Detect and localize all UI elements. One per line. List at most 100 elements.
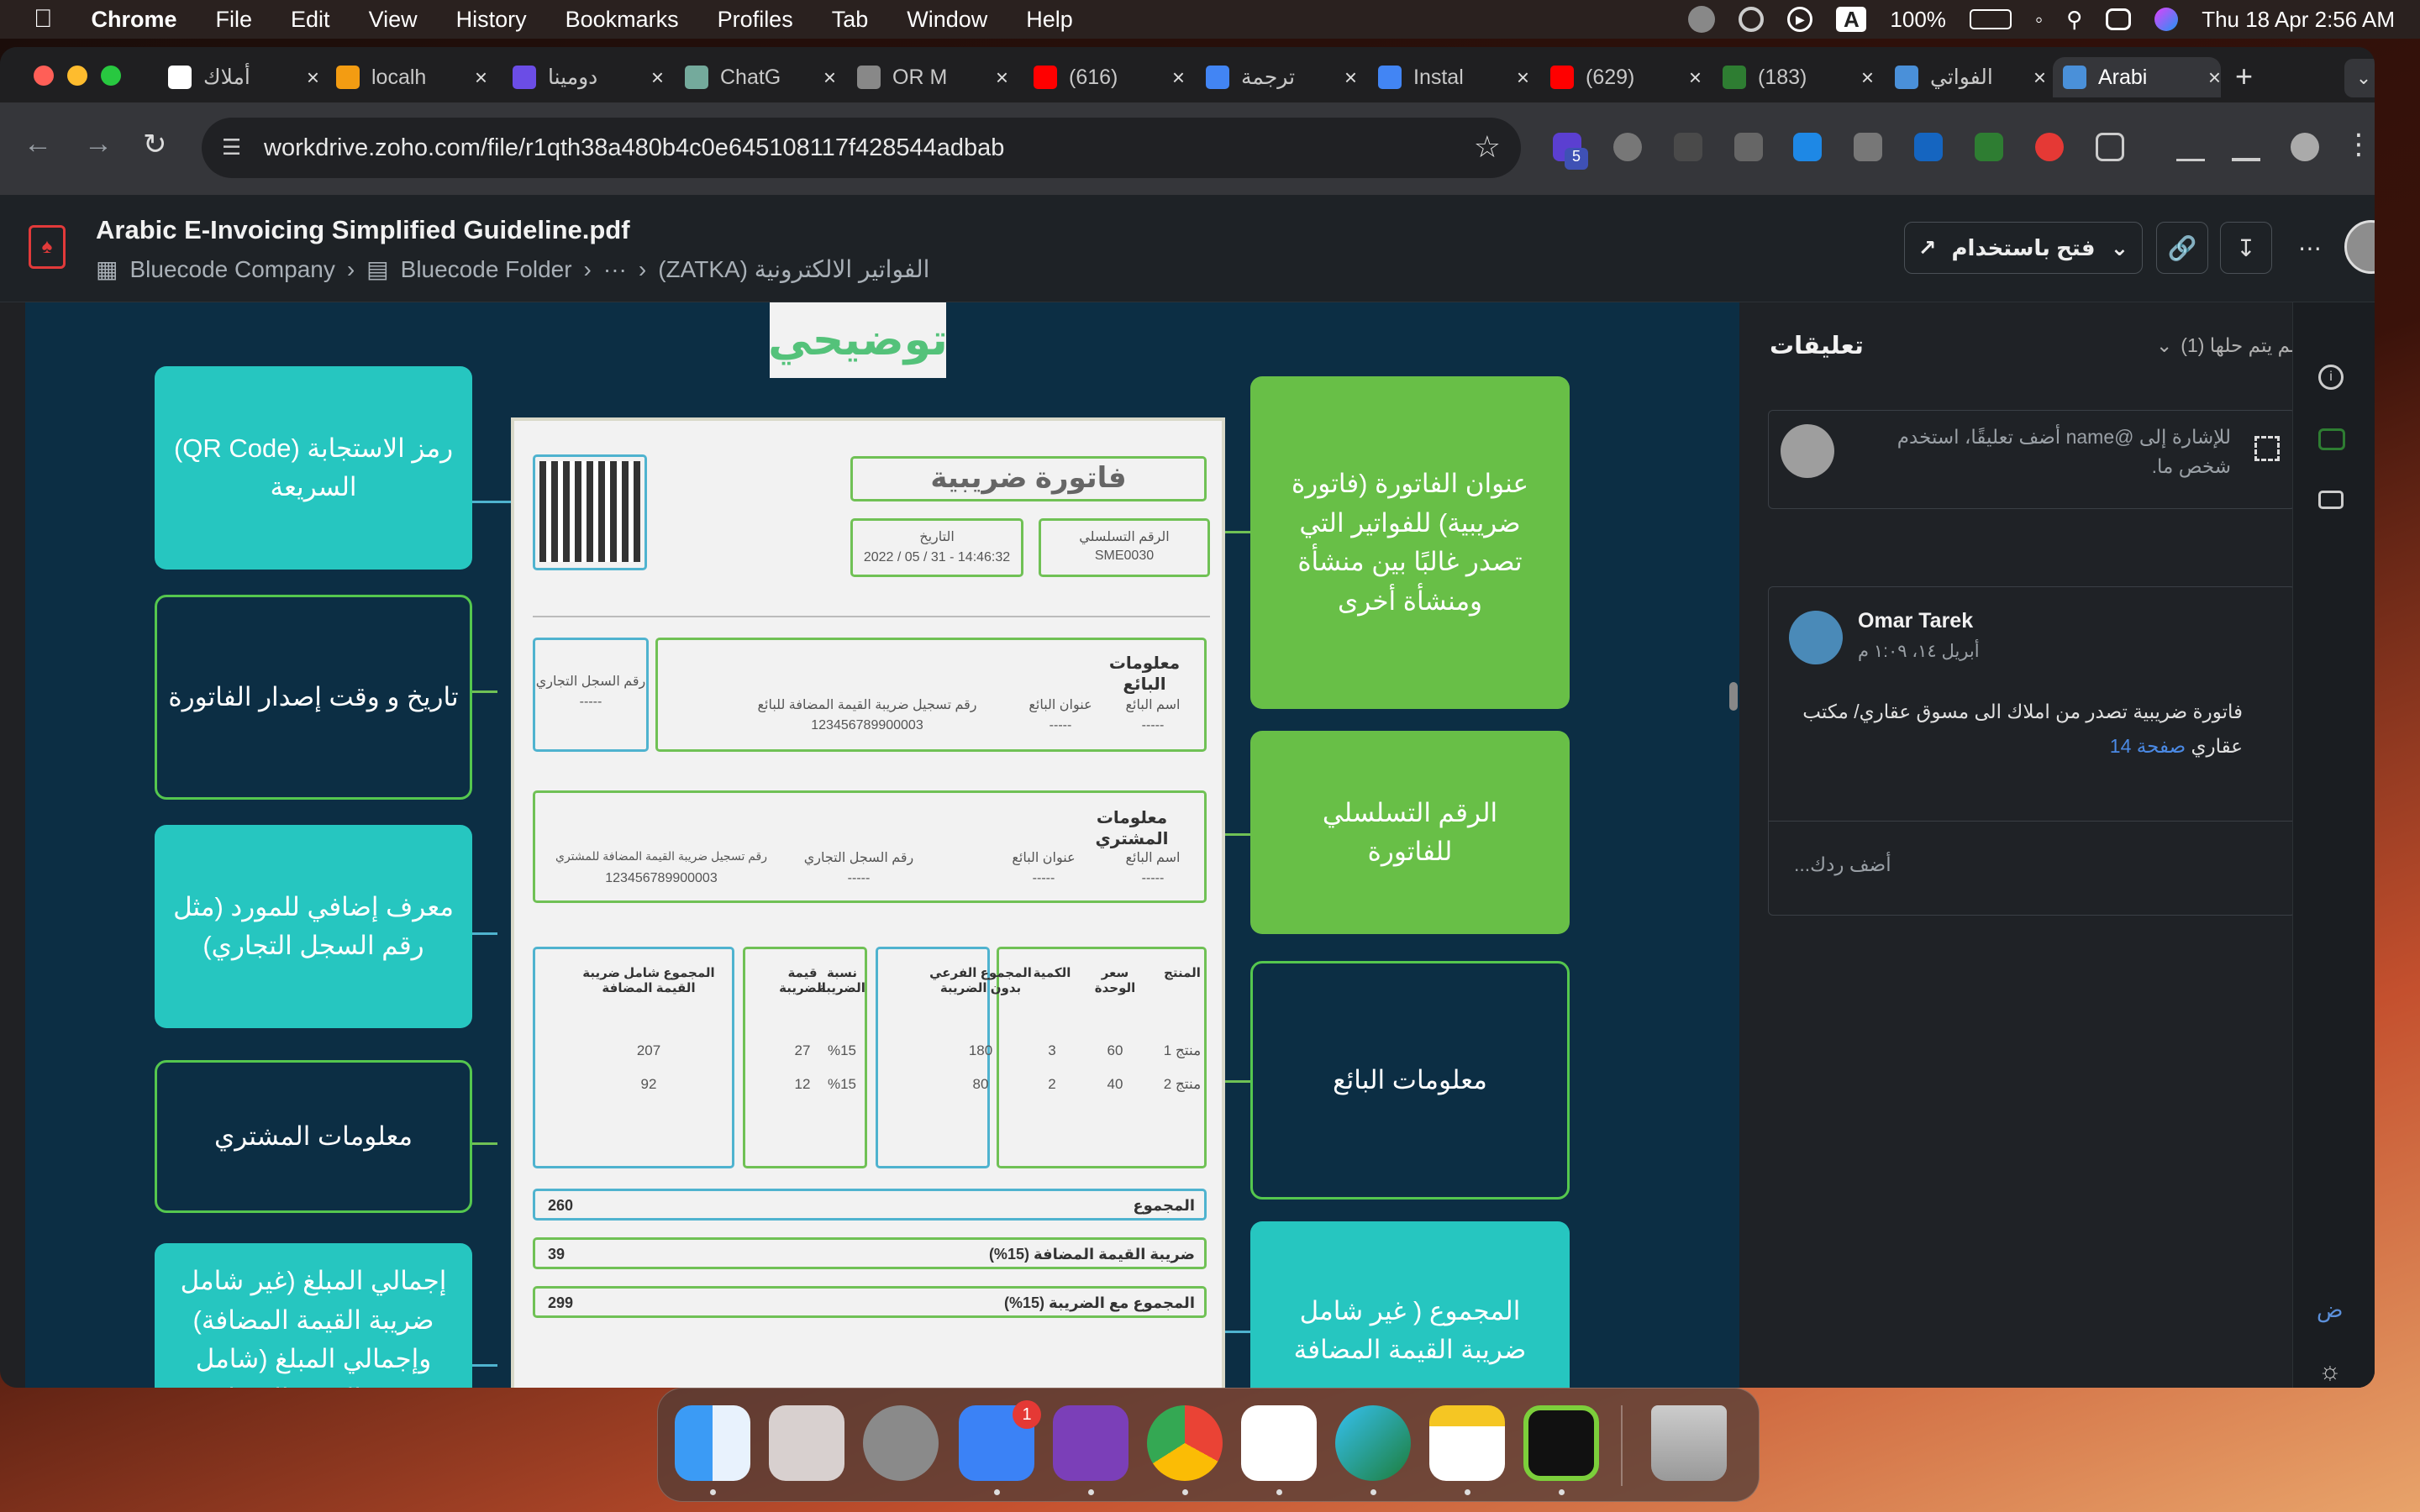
tab-close-icon[interactable]: × [1344,65,1357,91]
breadcrumb-current[interactable]: الفواتير الالكترونية (ZATKA) [658,255,929,283]
forward-icon[interactable]: → [84,128,113,160]
extension-green-icon[interactable] [1975,133,2003,161]
clock[interactable]: Thu 18 Apr 2:56 AM [2202,7,2395,33]
extension-screenshot-icon[interactable] [1914,133,1943,161]
tab-search-icon[interactable]: ⌄ [2344,59,2375,97]
theme-toggle-icon[interactable]: ☼ [2318,1357,2342,1386]
notes-icon[interactable] [1429,1405,1505,1481]
zoom-window-button[interactable] [101,66,121,86]
extension-camera-icon[interactable] [1734,133,1763,161]
tab-close-icon[interactable]: × [823,65,836,91]
breadcrumb-folder[interactable]: Bluecode Folder [401,256,572,283]
trash-icon[interactable] [1651,1405,1727,1481]
tab-close-icon[interactable]: × [996,65,1008,91]
viewer-scrollbar[interactable] [1729,682,1738,711]
tab-close-icon[interactable]: × [1517,65,1529,91]
bookmark-star-icon[interactable]: ☆ [1474,129,1501,165]
comments-filter[interactable]: لم يتم حلها (1) ⌄ [2156,334,2296,357]
tab-10[interactable]: (183) × [1723,57,1874,97]
tab-close-icon[interactable]: × [1172,65,1185,91]
tab-7[interactable]: ترجمة × [1206,57,1357,97]
menu-tab[interactable]: Tab [832,7,869,33]
expand-icon[interactable] [2254,436,2280,461]
extensions-menu-icon[interactable] [2096,133,2124,161]
menu-view[interactable]: View [369,7,418,33]
apple-icon[interactable]:  [34,5,53,34]
menu-window[interactable]: Window [907,7,987,33]
extension-v-icon[interactable] [1854,133,1882,161]
tab-6[interactable]: (616) × [1034,57,1185,97]
tab-close-icon[interactable]: × [1861,65,1874,91]
pdf-viewer[interactable]: توضيحي رمز الاستجابة (QR Code) السريعة ت… [25,302,1739,1388]
comments-icon[interactable] [2318,428,2345,450]
menu-file[interactable]: File [216,7,253,33]
menu-edit[interactable]: Edit [291,7,330,33]
breadcrumb-company[interactable]: Bluecode Company [129,256,334,283]
tab-close-icon[interactable]: × [1689,65,1702,91]
tab-2[interactable]: localh × [336,57,487,97]
tab-close-icon[interactable]: × [475,65,487,91]
finder-icon[interactable] [675,1405,750,1481]
input-source-icon[interactable]: A [1836,7,1867,32]
menu-profiles[interactable]: Profiles [718,7,793,33]
reply-input[interactable]: أضف ردك... [1769,821,2295,915]
minimize-window-button[interactable] [67,66,87,86]
chrome-icon[interactable] [1147,1405,1223,1481]
wifi-icon[interactable]: ◦ [2035,7,2043,33]
profile-avatar[interactable] [2291,133,2319,161]
system-settings-icon[interactable] [863,1405,939,1481]
vscode-icon[interactable] [1241,1405,1317,1481]
edge-icon[interactable] [1335,1405,1411,1481]
tab-5[interactable]: OR M × [857,57,1008,97]
tab-close-icon[interactable]: × [307,65,319,91]
link-icon[interactable]: 🔗 [2156,222,2208,274]
menu-app-name[interactable]: Chrome [92,7,177,33]
tab-4[interactable]: ChatG × [685,57,836,97]
menu-history[interactable]: History [456,7,527,33]
tag-icon[interactable] [2318,491,2344,509]
tab-11[interactable]: الفواتي × [1895,57,2046,97]
back-icon[interactable]: ← [24,128,52,160]
github-desktop-icon[interactable] [1053,1405,1128,1481]
tab-12[interactable]: Arabi × [2053,57,2221,97]
tab-1[interactable]: أملاك × [168,57,319,97]
status-sync-icon[interactable] [1739,7,1765,32]
info-icon[interactable]: i [2318,365,2344,390]
menu-help[interactable]: Help [1026,7,1073,33]
tab-close-icon[interactable]: × [2208,65,2221,91]
site-info-icon[interactable]: ☰ [222,134,241,160]
tab-8[interactable]: Instal × [1378,57,1529,97]
arc-icon[interactable] [1523,1405,1599,1481]
close-window-button[interactable] [34,66,54,86]
tab-close-icon[interactable]: × [651,65,664,91]
downloads-icon[interactable] [2232,133,2260,161]
extension-cloud-icon[interactable] [1613,133,1642,161]
reload-icon[interactable]: ↻ [143,128,167,161]
extension-fi-icon[interactable] [1793,133,1822,161]
status-app-icon[interactable] [1688,6,1716,33]
translate-icon[interactable]: ض [2317,1297,2343,1323]
open-with-button[interactable]: ↗ فتح باستخدام ⌄ [1904,222,2143,274]
control-center-icon[interactable] [2106,8,2132,30]
play-icon[interactable]: ▶ [1787,7,1813,32]
menu-bookmarks[interactable]: Bookmarks [566,7,679,33]
launchpad-icon[interactable] [769,1405,844,1481]
page-reference-link[interactable]: صفحة 14 [2110,735,2186,757]
tab-9[interactable]: (629) × [1550,57,1702,97]
user-avatar[interactable] [2344,220,2375,274]
battery-icon[interactable] [1969,9,2012,29]
new-tab-icon[interactable]: + [2235,59,2253,94]
breadcrumb-ellipsis[interactable]: ··· [603,256,627,283]
extension-hand-icon[interactable] [2035,133,2064,161]
tab-close-icon[interactable]: × [2033,65,2046,91]
more-options-icon[interactable]: ⋯ [2284,222,2336,274]
chrome-menu-icon[interactable]: ⋮ [2344,128,2373,161]
address-bar[interactable]: ☰ workdrive.zoho.com/file/r1qth38a480b4c… [202,118,1521,178]
extension-recycle-icon[interactable] [1674,133,1702,161]
download-icon[interactable]: ↧ [2220,222,2272,274]
search-icon[interactable]: ⚲ [2066,7,2082,33]
siri-icon[interactable] [2154,8,2179,31]
comment-input-box[interactable]: للإشارة إلى @name أضف تعليقًا، استخدم شخ… [1768,410,2296,509]
tab-3[interactable]: دومينا × [513,57,664,97]
media-control-icon[interactable] [2176,133,2205,161]
